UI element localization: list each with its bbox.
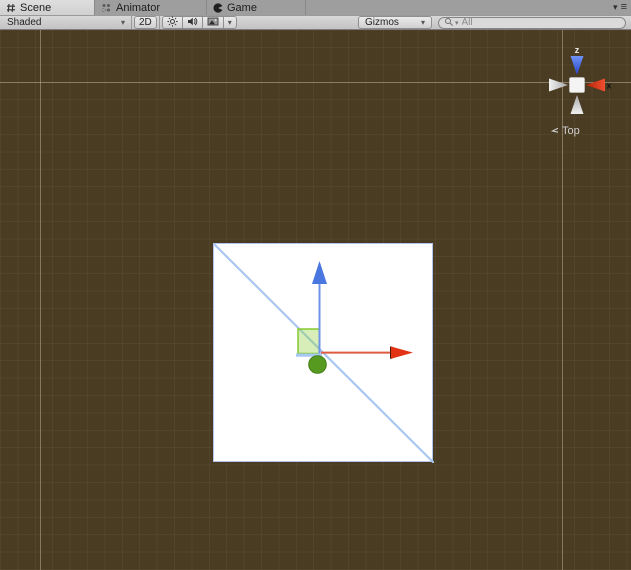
gizmo-z-axis-cone[interactable]: [571, 56, 584, 75]
projection-chevron-icon: [551, 127, 559, 136]
gizmos-dropdown-button[interactable]: Gizmos ▾: [358, 16, 432, 29]
search-filter-caret-icon: ▾: [455, 19, 459, 27]
window-menu-hamburger-icon[interactable]: ≡: [621, 2, 627, 13]
tab-animator[interactable]: Animator: [95, 0, 207, 15]
gizmo-center-cube[interactable]: [570, 78, 585, 93]
gizmo-left-axis-cone[interactable]: [549, 79, 568, 92]
window-menu: ▾ ≡: [613, 0, 627, 15]
chevron-down-icon: ▾: [421, 18, 425, 27]
unity-scene-window: Scene Animator Game ▾ ≡: [0, 0, 631, 570]
scene-grid-icon: [6, 3, 16, 13]
lighting-toggle-button[interactable]: [162, 16, 183, 29]
image-icon: [207, 16, 219, 30]
toolbar-separator: [131, 16, 132, 29]
xy-plane-handle[interactable]: [298, 329, 320, 354]
grid-major-line: [40, 30, 41, 570]
draw-mode-label: Shaded: [7, 17, 41, 28]
effects-toggle-button[interactable]: [202, 16, 224, 29]
orientation-gizmo: z x: [535, 42, 631, 137]
scene-toggle-group: ▾: [162, 16, 237, 29]
scene-search-field[interactable]: ▾: [438, 17, 626, 29]
tab-scene-label: Scene: [20, 2, 51, 14]
scene-toolbar: Shaded ▾ 2D: [0, 15, 631, 30]
tab-animator-label: Animator: [116, 2, 160, 14]
scene-viewport[interactable]: z x Top: [0, 30, 631, 570]
toolbar-separator: [159, 16, 160, 29]
view-mode-label[interactable]: Top: [551, 125, 580, 137]
gizmos-label: Gizmos: [365, 17, 399, 28]
tab-game-label: Game: [227, 2, 257, 14]
effects-dropdown-button[interactable]: ▾: [223, 16, 237, 29]
gizmo-z-label: z: [575, 45, 580, 55]
search-icon: [444, 14, 454, 32]
x-axis-arrowhead[interactable]: [391, 347, 413, 359]
transform-gizmo: [290, 255, 420, 380]
chevron-down-icon: ▾: [121, 18, 125, 27]
object-pivot-dot[interactable]: [309, 356, 327, 374]
view-mode-text: Top: [562, 125, 580, 137]
gizmo-bottom-axis-cone[interactable]: [571, 95, 584, 114]
tab-scene[interactable]: Scene: [0, 0, 95, 15]
draw-mode-dropdown[interactable]: Shaded ▾: [2, 16, 130, 29]
search-input[interactable]: [462, 17, 620, 28]
gizmo-x-label: x: [607, 81, 612, 91]
game-view-icon: [213, 3, 223, 13]
toggle-2d-label: 2D: [139, 17, 152, 28]
sun-icon: [167, 16, 178, 30]
speaker-icon: [187, 16, 198, 30]
gizmo-x-axis-cone[interactable]: [586, 79, 605, 92]
tab-game[interactable]: Game: [207, 0, 306, 15]
animator-icon: [101, 2, 112, 13]
audio-toggle-button[interactable]: [182, 16, 203, 29]
window-menu-caret-icon[interactable]: ▾: [613, 3, 618, 12]
toggle-2d-button[interactable]: 2D: [134, 16, 157, 29]
view-tab-bar: Scene Animator Game ▾ ≡: [0, 0, 631, 15]
chevron-down-icon: ▾: [228, 18, 232, 27]
y-axis-arrowhead[interactable]: [312, 261, 327, 284]
